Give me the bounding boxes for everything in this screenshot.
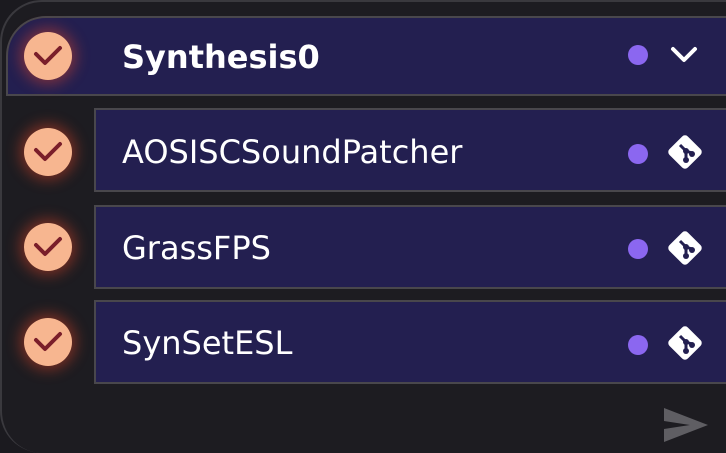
checkmark-icon bbox=[34, 237, 62, 256]
item-checkbox[interactable] bbox=[24, 223, 72, 271]
list-item-label: GrassFPS bbox=[122, 229, 271, 267]
list-item-label: AOSISCSoundPatcher bbox=[122, 133, 463, 171]
status-dot bbox=[628, 335, 648, 355]
status-dot bbox=[628, 144, 648, 164]
checkmark-icon bbox=[34, 46, 62, 65]
checkmark-icon bbox=[34, 332, 62, 351]
git-icon[interactable] bbox=[664, 131, 706, 173]
git-icon[interactable] bbox=[664, 227, 706, 269]
send-icon[interactable] bbox=[660, 404, 712, 446]
group-header-synthesis0[interactable] bbox=[6, 16, 726, 96]
group-status-dot bbox=[628, 45, 648, 65]
item-checkbox[interactable] bbox=[24, 318, 72, 366]
group-checkbox[interactable] bbox=[24, 32, 72, 80]
checkmark-icon bbox=[34, 142, 62, 161]
group-title: Synthesis0 bbox=[122, 38, 320, 76]
git-icon[interactable] bbox=[664, 322, 706, 364]
synthesis-group-panel: Synthesis0 AOSISCSoundPatcher GrassFPS S… bbox=[0, 0, 726, 453]
status-dot bbox=[628, 239, 648, 259]
item-checkbox[interactable] bbox=[24, 128, 72, 176]
chevron-down-icon[interactable] bbox=[669, 42, 699, 68]
list-item-label: SynSetESL bbox=[122, 324, 293, 362]
